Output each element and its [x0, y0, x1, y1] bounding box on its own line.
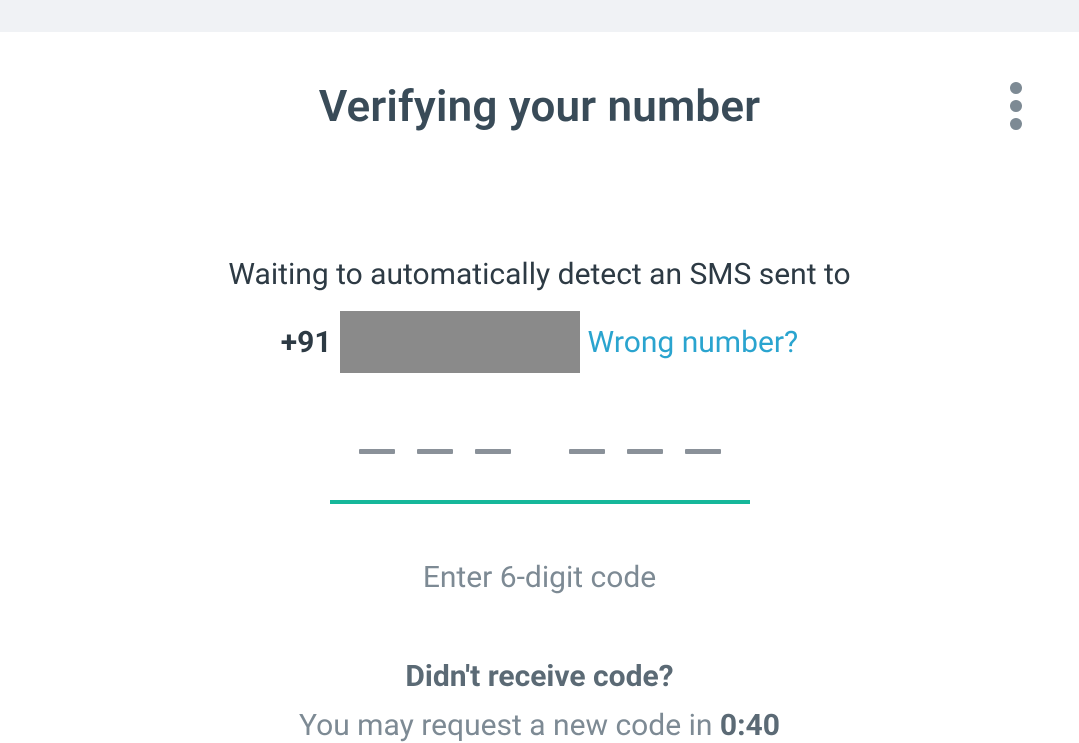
verify-screen: Verifying your number Waiting to automat…	[0, 32, 1079, 743]
code-group-separator	[533, 439, 547, 454]
countdown-timer: 0:40	[720, 708, 780, 743]
header: Verifying your number	[0, 80, 1079, 132]
code-digit-6	[685, 449, 721, 454]
code-digit-2	[417, 449, 453, 454]
status-bar	[0, 0, 1079, 32]
content: Waiting to automatically detect an SMS s…	[0, 132, 1079, 743]
phone-number-redacted	[340, 311, 580, 373]
code-digit-4	[569, 449, 605, 454]
code-digit-3	[475, 449, 511, 454]
code-input[interactable]	[330, 439, 750, 504]
country-code: +91	[281, 325, 332, 360]
request-prefix: You may request a new code in	[299, 708, 720, 743]
page-title: Verifying your number	[0, 80, 1079, 132]
waiting-message: Waiting to automatically detect an SMS s…	[0, 252, 1079, 297]
wrong-number-link[interactable]: Wrong number?	[588, 325, 799, 360]
code-digit-5	[627, 449, 663, 454]
code-group-2	[569, 439, 721, 454]
code-hint: Enter 6-digit code	[0, 560, 1079, 595]
request-new-code-text: You may request a new code in 0:40	[0, 708, 1079, 743]
no-code-label: Didn't receive code?	[0, 659, 1079, 694]
code-group-1	[359, 439, 511, 454]
more-vert-icon	[1009, 81, 1023, 131]
phone-line: +91 Wrong number?	[0, 311, 1079, 373]
code-digit-1	[359, 449, 395, 454]
more-options-button[interactable]	[999, 71, 1033, 141]
